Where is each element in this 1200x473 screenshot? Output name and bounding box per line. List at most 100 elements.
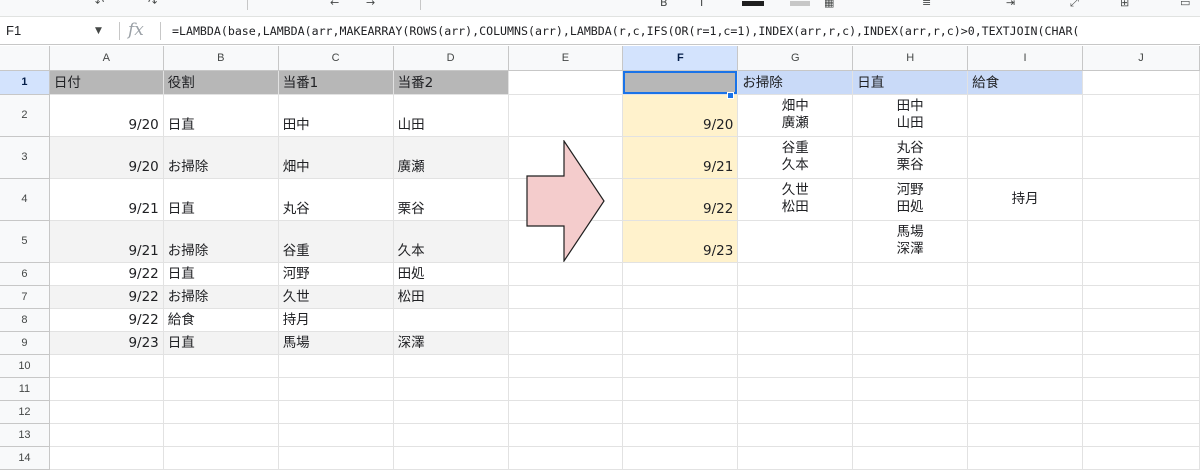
grid-cell[interactable] xyxy=(852,354,969,378)
grid-cell[interactable] xyxy=(393,423,509,447)
row-header-6[interactable]: 6 xyxy=(0,262,50,286)
row-header-14[interactable]: 14 xyxy=(0,446,50,470)
wrap-icon[interactable]: ⇥ xyxy=(1006,0,1015,8)
grid-cell[interactable] xyxy=(278,446,394,470)
cell-i1[interactable]: 給食 xyxy=(967,70,1084,95)
undo-icon[interactable]: ↶ xyxy=(95,0,104,8)
cell-c3[interactable]: 畑中 xyxy=(278,136,394,179)
column-header-a[interactable]: A xyxy=(49,46,164,71)
cell-b8[interactable]: 給食 xyxy=(163,308,279,332)
grid-cell[interactable] xyxy=(278,400,394,424)
cell-e1[interactable] xyxy=(508,70,624,95)
cell-j7[interactable] xyxy=(1082,285,1200,309)
grid-cell[interactable] xyxy=(163,400,279,424)
cell-h8[interactable] xyxy=(852,308,969,332)
cell-j4[interactable] xyxy=(1082,178,1200,221)
row-header-7[interactable]: 7 xyxy=(0,285,50,309)
grid-cell[interactable] xyxy=(163,354,279,378)
cell-i5[interactable] xyxy=(967,220,1084,263)
grid-cell[interactable] xyxy=(1082,446,1200,470)
italic-icon[interactable]: I xyxy=(700,0,703,8)
cell-a6[interactable]: 9/22 xyxy=(49,262,164,286)
grid-cell[interactable] xyxy=(508,354,624,378)
grid-cell[interactable] xyxy=(852,400,969,424)
cell-j2[interactable] xyxy=(1082,94,1200,137)
cell-j1[interactable] xyxy=(1082,70,1200,95)
cell-a9[interactable]: 9/23 xyxy=(49,331,164,355)
row-header-2[interactable]: 2 xyxy=(0,94,50,137)
column-header-d[interactable]: D xyxy=(393,46,509,71)
cell-c9[interactable]: 馬場 xyxy=(278,331,394,355)
grid-cell[interactable] xyxy=(393,354,509,378)
grid-cell[interactable] xyxy=(737,400,854,424)
cell-b1[interactable]: 役割 xyxy=(163,70,279,95)
cell-j9[interactable] xyxy=(1082,331,1200,355)
row-header-4[interactable]: 4 xyxy=(0,178,50,221)
cell-h6[interactable] xyxy=(852,262,969,286)
link-icon[interactable]: ⊞ xyxy=(1120,0,1129,8)
cell-d5[interactable]: 久本 xyxy=(393,220,509,263)
cell-a2[interactable]: 9/20 xyxy=(49,94,164,137)
row-header-1[interactable]: 1 xyxy=(0,70,50,95)
row-header-5[interactable]: 5 xyxy=(0,220,50,263)
select-all-corner[interactable] xyxy=(0,46,50,71)
column-header-i[interactable]: I xyxy=(967,46,1084,71)
cell-d7[interactable]: 松田 xyxy=(393,285,509,309)
cell-f9[interactable] xyxy=(622,331,739,355)
grid-cell[interactable] xyxy=(508,423,624,447)
grid-cell[interactable] xyxy=(163,446,279,470)
grid-cell[interactable] xyxy=(622,354,739,378)
cell-b3[interactable]: お掃除 xyxy=(163,136,279,179)
grid-cell[interactable] xyxy=(1082,423,1200,447)
formula-input[interactable]: =LAMBDA(base,LAMBDA(arr,MAKEARRAY(ROWS(a… xyxy=(172,17,1200,45)
cell-h5[interactable]: 馬場 深澤 xyxy=(852,220,969,263)
cell-j3[interactable] xyxy=(1082,136,1200,179)
cell-g4[interactable]: 久世 松田 xyxy=(737,178,854,221)
cell-i9[interactable] xyxy=(967,331,1084,355)
align-icon[interactable]: ≡ xyxy=(922,0,931,8)
cell-f4[interactable]: 9/22 xyxy=(622,178,739,221)
cell-e7[interactable] xyxy=(508,285,624,309)
grid-cell[interactable] xyxy=(278,377,394,401)
cell-d9[interactable]: 深澤 xyxy=(393,331,509,355)
cell-h3[interactable]: 丸谷 栗谷 xyxy=(852,136,969,179)
cell-e8[interactable] xyxy=(508,308,624,332)
cell-b9[interactable]: 日直 xyxy=(163,331,279,355)
cell-d2[interactable]: 山田 xyxy=(393,94,509,137)
cell-i4[interactable]: 持月 xyxy=(967,178,1084,221)
cell-c2[interactable]: 田中 xyxy=(278,94,394,137)
grid-cell[interactable] xyxy=(49,377,164,401)
grid-cell[interactable] xyxy=(852,423,969,447)
cell-f2[interactable]: 9/20 xyxy=(622,94,739,137)
column-header-f[interactable]: F xyxy=(622,46,739,71)
cell-b2[interactable]: 日直 xyxy=(163,94,279,137)
grid-cell[interactable] xyxy=(967,446,1084,470)
cell-d4[interactable]: 栗谷 xyxy=(393,178,509,221)
row-header-13[interactable]: 13 xyxy=(0,423,50,447)
cell-b7[interactable]: お掃除 xyxy=(163,285,279,309)
cell-f7[interactable] xyxy=(622,285,739,309)
grid-cell[interactable] xyxy=(278,423,394,447)
grid-cell[interactable] xyxy=(1082,354,1200,378)
cell-f6[interactable] xyxy=(622,262,739,286)
bold-icon[interactable]: B xyxy=(660,0,668,8)
redo-icon[interactable]: ↷ xyxy=(148,0,157,8)
column-header-g[interactable]: G xyxy=(737,46,854,71)
cell-d1[interactable]: 当番2 xyxy=(393,70,509,95)
grid-cell[interactable] xyxy=(967,400,1084,424)
cell-i2[interactable] xyxy=(967,94,1084,137)
column-header-b[interactable]: B xyxy=(163,46,279,71)
cell-e2[interactable] xyxy=(508,94,624,137)
cell-c8[interactable]: 持月 xyxy=(278,308,394,332)
grid-cell[interactable] xyxy=(508,446,624,470)
cell-g5[interactable] xyxy=(737,220,854,263)
cell-g9[interactable] xyxy=(737,331,854,355)
row-header-12[interactable]: 12 xyxy=(0,400,50,424)
grid-cell[interactable] xyxy=(163,423,279,447)
cell-j5[interactable] xyxy=(1082,220,1200,263)
cell-c5[interactable]: 谷重 xyxy=(278,220,394,263)
grid-cell[interactable] xyxy=(737,377,854,401)
rotate-icon[interactable]: ⤢ xyxy=(1070,0,1079,8)
grid-cell[interactable] xyxy=(508,400,624,424)
selection-fill-handle[interactable] xyxy=(727,92,734,99)
